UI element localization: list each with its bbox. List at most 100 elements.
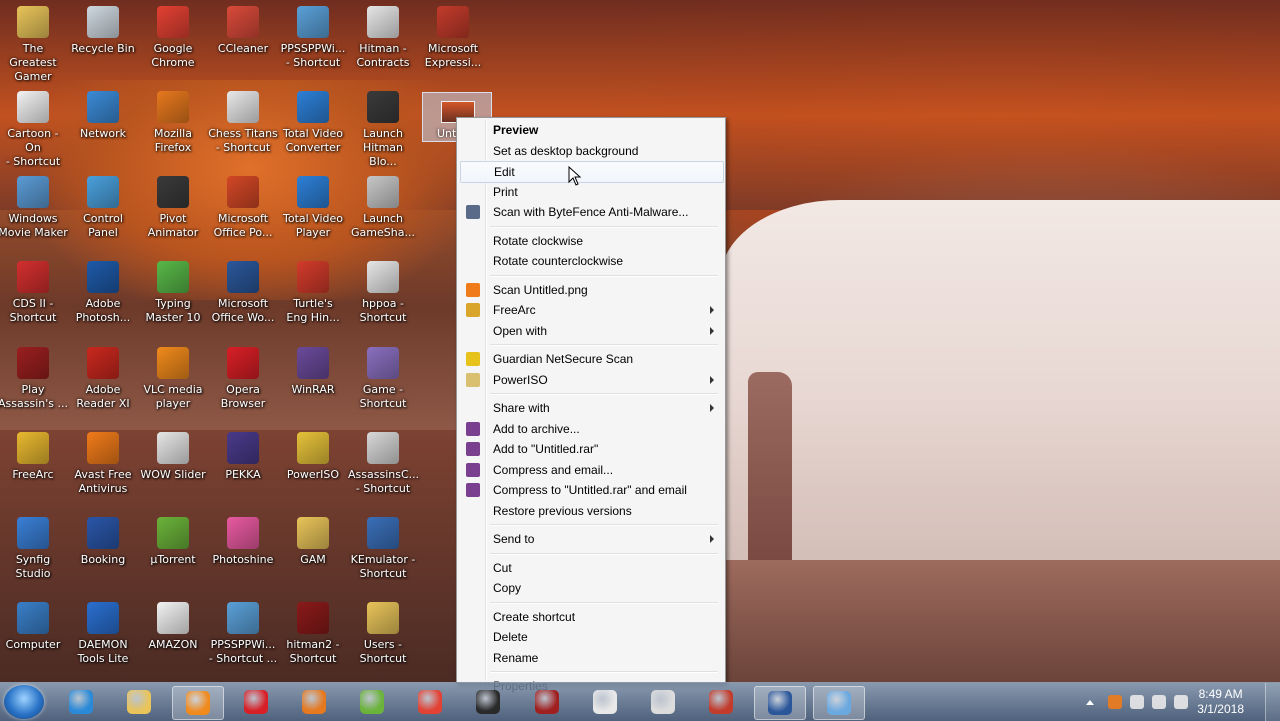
menu-item-send-to[interactable]: Send to	[460, 529, 722, 549]
turtle-icon	[297, 261, 329, 293]
menu-item-print[interactable]: Print	[460, 182, 722, 202]
menu-item-add-to-untitled-rar[interactable]: Add to "Untitled.rar"	[460, 439, 722, 459]
desktop-icon[interactable]: Typing Master 10	[138, 255, 208, 335]
menu-item-rename[interactable]: Rename	[460, 648, 722, 668]
menu-item-compress-and-email[interactable]: Compress and email...	[460, 460, 722, 480]
desktop-icon[interactable]: Microsoft Office Po...	[208, 170, 278, 250]
desktop-icon[interactable]: Game - Shortcut	[348, 341, 418, 421]
desktop-icon[interactable]: Pivot Animator	[138, 170, 208, 250]
desktop-icon[interactable]: WinRAR	[278, 341, 348, 421]
desktop-icon[interactable]: PPSSPPWi... - Shortcut	[278, 0, 348, 80]
desktop-icon[interactable]: hitman2 - Shortcut	[278, 596, 348, 676]
desktop-icon[interactable]: Total Video Converter	[278, 85, 348, 165]
desktop-icon[interactable]: PPSSPPWi... - Shortcut ...	[208, 596, 278, 676]
desktop-icon[interactable]: PEKKA	[208, 426, 278, 506]
menu-item-preview[interactable]: Preview	[460, 120, 722, 140]
menu-item-share-with[interactable]: Share with	[460, 398, 722, 418]
desktop-icon[interactable]: DAEMON Tools Lite	[68, 596, 138, 676]
desktop-icon[interactable]: Microsoft Expressi...	[418, 0, 488, 80]
desktop-icon[interactable]: WOW Slider	[138, 426, 208, 506]
desktop-icon[interactable]: Mozilla Firefox	[138, 85, 208, 165]
desktop-icon[interactable]: hppoa - Shortcut	[348, 255, 418, 335]
taskbar-paint-button[interactable]	[812, 686, 865, 720]
volume-icon[interactable]	[1130, 695, 1144, 709]
show-desktop-button[interactable]	[1265, 683, 1280, 721]
taskbar-assassins-creed-button[interactable]	[522, 686, 572, 718]
taskbar-firefox-button[interactable]	[289, 686, 339, 718]
menu-item-copy[interactable]: Copy	[460, 578, 722, 598]
taskbar-webcam-button[interactable]	[696, 686, 746, 718]
desktop-icon[interactable]: KEmulator - Shortcut	[348, 511, 418, 591]
menu-item-restore-previous-versions[interactable]: Restore previous versions	[460, 501, 722, 521]
clock[interactable]: 8:49 AM 3/1/2018	[1197, 687, 1244, 717]
desktop-icon[interactable]: Avast Free Antivirus	[68, 426, 138, 506]
desktop-icon[interactable]: Cartoon - On - Shortcut	[0, 85, 68, 168]
desktop-icon[interactable]: Windows Movie Maker	[0, 170, 68, 250]
flag-icon[interactable]	[1174, 695, 1188, 709]
desktop-icon[interactable]: Total Video Player	[278, 170, 348, 250]
desktop-icon[interactable]: CCleaner	[208, 0, 278, 80]
desktop-icon[interactable]: Chess Titans - Shortcut	[208, 85, 278, 165]
desktop-icon[interactable]: CDS II - Shortcut	[0, 255, 68, 335]
desktop-icon[interactable]: Play Assassin's ...	[0, 341, 68, 421]
desktop-icon[interactable]: Turtle's Eng Hin...	[278, 255, 348, 335]
desktop-icon[interactable]: Hitman - Contracts	[348, 0, 418, 80]
menu-item-poweriso[interactable]: PowerISO	[460, 370, 722, 390]
desktop-icon[interactable]: Computer	[0, 596, 68, 676]
taskbar-opera-button[interactable]	[231, 686, 281, 718]
desktop-icon[interactable]: AssassinsC... - Shortcut	[348, 426, 419, 506]
desktop-icon[interactable]: PowerISO	[278, 426, 348, 506]
desktop-icon[interactable]: Google Chrome	[138, 0, 208, 80]
menu-item-add-to-archive[interactable]: Add to archive...	[460, 419, 722, 439]
desktop-icon[interactable]: µTorrent	[138, 511, 208, 591]
network-signal-icon[interactable]	[1152, 695, 1166, 709]
menu-item-freearc[interactable]: FreeArc	[460, 300, 722, 320]
desktop-icon[interactable]: VLC media player	[138, 341, 208, 421]
taskbar-assassins-creed-button[interactable]	[580, 686, 630, 718]
taskbar-assassins-creed-button[interactable]	[463, 686, 513, 718]
desktop-icon[interactable]: Launch GameSha...	[348, 170, 418, 250]
menu-item-rotate-clockwise[interactable]: Rotate clockwise	[460, 231, 722, 251]
winrar-icon	[466, 421, 480, 436]
avast-tray-icon[interactable]	[1108, 695, 1122, 709]
menu-item-edit[interactable]: Edit	[460, 161, 724, 183]
taskbar-utorrent-button[interactable]	[347, 686, 397, 718]
desktop-icon[interactable]: Booking	[68, 511, 138, 591]
taskbar-file-explorer-button[interactable]	[114, 686, 164, 718]
desktop-icon[interactable]: The Greatest Gamer	[0, 0, 68, 83]
start-button[interactable]	[4, 685, 44, 719]
menu-item-cut[interactable]: Cut	[460, 558, 722, 578]
chess-icon	[227, 91, 259, 123]
menu-item-scan-with-bytefence-anti-malware[interactable]: Scan with ByteFence Anti-Malware...	[460, 202, 722, 222]
taskbar-internet-explorer-button[interactable]	[56, 686, 106, 718]
desktop-icon[interactable]: Adobe Photosh...	[68, 255, 138, 335]
menu-item-guardian-netsecure-scan[interactable]: Guardian NetSecure Scan	[460, 349, 722, 369]
desktop-icon[interactable]: Photoshine	[208, 511, 278, 591]
menu-item-rotate-counterclockwise[interactable]: Rotate counterclockwise	[460, 251, 722, 271]
desktop-icon[interactable]: Control Panel	[68, 170, 138, 250]
menu-item-create-shortcut[interactable]: Create shortcut	[460, 607, 722, 627]
menu-item-set-as-desktop-background[interactable]: Set as desktop background	[460, 141, 722, 161]
desktop-icon[interactable]: Launch Hitman Blo...	[348, 85, 418, 168]
desktop-icon[interactable]: Synfig Studio	[0, 511, 68, 591]
taskbar-chrome-button[interactable]	[405, 686, 455, 718]
menu-item-compress-to-untitled-rar-and-email[interactable]: Compress to "Untitled.rar" and email	[460, 480, 722, 500]
desktop-icon[interactable]: Adobe Reader XI	[68, 341, 138, 421]
desktop-icon[interactable]: Opera Browser	[208, 341, 278, 421]
desktop-icon-label: Pivot Animator	[147, 212, 199, 239]
menu-item-open-with[interactable]: Open with	[460, 321, 722, 341]
menu-item-delete[interactable]: Delete	[460, 627, 722, 647]
desktop-icon[interactable]: FreeArc	[0, 426, 68, 506]
taskbar-word-button[interactable]	[754, 686, 807, 720]
desktop-icon[interactable]: Microsoft Office Wo...	[208, 255, 278, 335]
desktop-icon[interactable]: AMAZON	[138, 596, 208, 676]
desktop-icon[interactable]: Users - Shortcut	[348, 596, 418, 676]
desktop-icon[interactable]: Network	[68, 85, 138, 165]
taskbar-media-player-button[interactable]	[172, 686, 225, 720]
menu-item-scan-untitled-png[interactable]: Scan Untitled.png	[460, 280, 722, 300]
desktop-icon[interactable]: GAM	[278, 511, 348, 591]
pivot-icon	[157, 176, 189, 208]
show-hidden-icon[interactable]	[1086, 700, 1094, 705]
desktop-icon[interactable]: Recycle Bin	[68, 0, 138, 80]
taskbar-assassins-creed-button[interactable]	[638, 686, 688, 718]
